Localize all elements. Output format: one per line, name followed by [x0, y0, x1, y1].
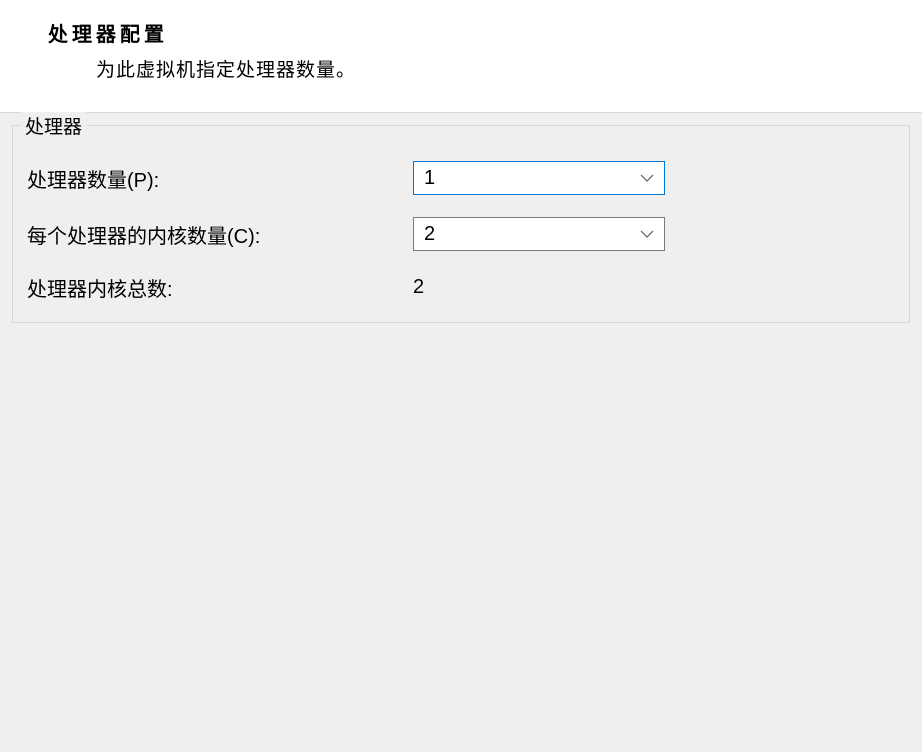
header-area: 处理器配置 为此虚拟机指定处理器数量。 — [0, 0, 922, 112]
chevron-down-icon — [640, 230, 654, 238]
processor-group: 处理器 处理器数量(P): 1 每个处理器的内核数量(C): 2 — [12, 125, 910, 323]
select-processor-count-wrap: 1 — [413, 161, 665, 195]
chevron-down-icon — [640, 174, 654, 182]
page-description: 为此虚拟机指定处理器数量。 — [96, 55, 922, 82]
label-cores-per-processor: 每个处理器的内核数量(C): — [27, 220, 413, 249]
select-processor-count-value: 1 — [424, 167, 435, 190]
page-title: 处理器配置 — [48, 18, 922, 47]
row-processor-count: 处理器数量(P): 1 — [13, 161, 909, 195]
row-total-cores: 处理器内核总数: 2 — [13, 273, 909, 302]
label-processor-count: 处理器数量(P): — [27, 164, 413, 193]
content-area: 处理器 处理器数量(P): 1 每个处理器的内核数量(C): 2 — [0, 112, 922, 752]
select-cores-per-processor-wrap: 2 — [413, 217, 665, 251]
value-total-cores: 2 — [413, 276, 424, 299]
row-cores-per-processor: 每个处理器的内核数量(C): 2 — [13, 217, 909, 251]
select-cores-per-processor[interactable]: 2 — [413, 217, 665, 251]
label-total-cores: 处理器内核总数: — [27, 273, 413, 302]
select-cores-per-processor-value: 2 — [424, 223, 435, 246]
group-legend: 处理器 — [21, 112, 86, 139]
select-processor-count[interactable]: 1 — [413, 161, 665, 195]
